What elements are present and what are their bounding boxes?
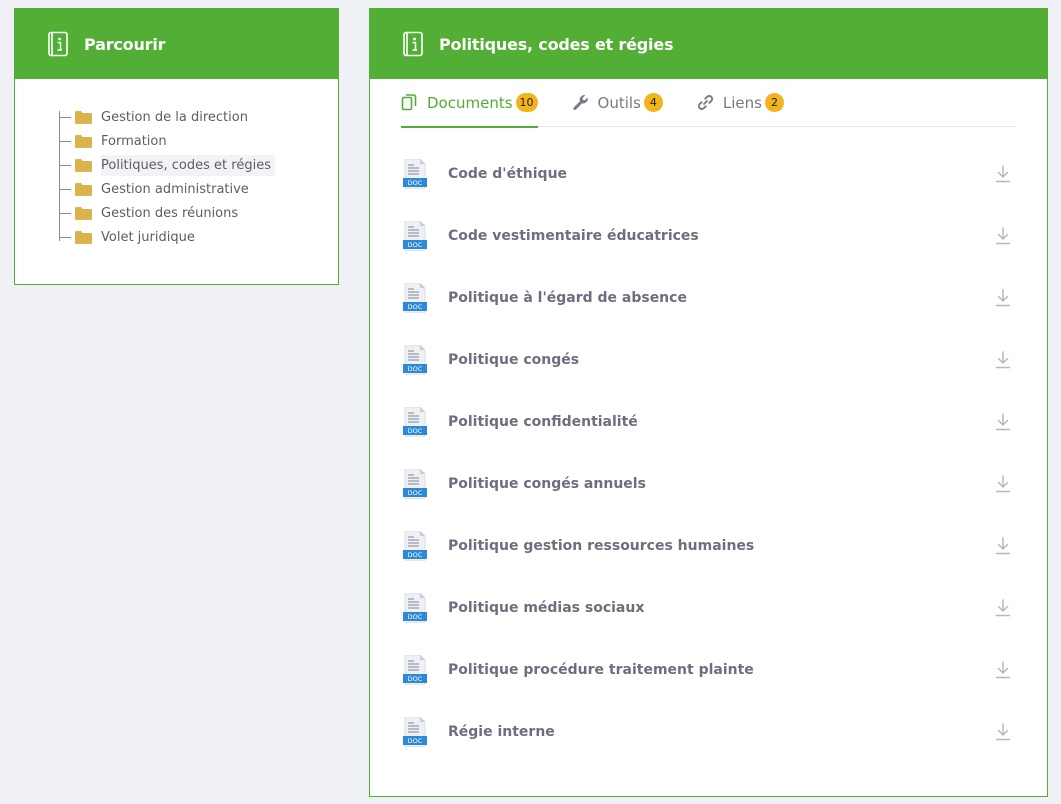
tree-item-label: Volet juridique: [101, 229, 195, 245]
tab-outils[interactable]: Outils 4: [572, 79, 663, 127]
document-name[interactable]: Politique congés annuels: [448, 476, 995, 492]
document-row[interactable]: DOC Politique congés: [401, 329, 1016, 391]
svg-text:DOC: DOC: [408, 613, 423, 621]
download-icon[interactable]: [995, 351, 1011, 369]
document-row[interactable]: DOC Régie interne: [401, 701, 1016, 763]
doc-file-icon: DOC: [403, 221, 427, 251]
section-panel-header: Politiques, codes et régies: [370, 9, 1047, 79]
document-name[interactable]: Politique procédure traitement plainte: [448, 662, 995, 678]
tab-liens[interactable]: Liens 2: [697, 79, 784, 127]
svg-text:DOC: DOC: [408, 427, 423, 435]
browse-title: Parcourir: [84, 34, 166, 54]
document-list: DOC Code d'éthique DOC Code vestimentaire é…: [401, 143, 1016, 763]
tab-label: Outils: [597, 93, 641, 112]
document-name[interactable]: Code vestimentaire éducatrices: [448, 228, 995, 244]
documents-icon: [401, 94, 417, 111]
document-row[interactable]: DOC Politique médias sociaux: [401, 577, 1016, 639]
tree-item[interactable]: Politiques, codes et régies: [59, 153, 338, 177]
document-name[interactable]: Politique gestion ressources humaines: [448, 538, 995, 554]
document-name[interactable]: Politique à l'égard de absence: [448, 290, 995, 306]
document-row[interactable]: DOC Politique à l'égard de absence: [401, 267, 1016, 329]
section-panel: Politiques, codes et régies Documents 10 O…: [369, 8, 1048, 797]
download-icon[interactable]: [995, 599, 1011, 617]
svg-text:DOC: DOC: [408, 365, 423, 373]
folder-icon: [75, 110, 92, 124]
doc-file-icon: DOC: [403, 345, 427, 375]
browse-panel: Parcourir Gestion de la direction Formati…: [14, 8, 339, 285]
tree-branch-line: [59, 165, 71, 166]
doc-file-icon: DOC: [403, 407, 427, 437]
svg-text:DOC: DOC: [408, 551, 423, 559]
doc-file-icon: DOC: [403, 469, 427, 499]
svg-text:DOC: DOC: [408, 489, 423, 497]
count-badge: 4: [643, 93, 663, 112]
tree-item-label: Gestion administrative: [101, 181, 249, 197]
browse-panel-header: Parcourir: [15, 9, 338, 79]
info-book-icon: [403, 31, 423, 57]
tab-label: Liens: [722, 93, 762, 112]
tree-item[interactable]: Gestion des réunions: [59, 201, 338, 225]
document-row[interactable]: DOC Code d'éthique: [401, 143, 1016, 205]
tree-branch-line: [59, 237, 71, 238]
section-title: Politiques, codes et régies: [439, 34, 674, 54]
download-icon[interactable]: [995, 661, 1011, 679]
download-icon[interactable]: [995, 537, 1011, 555]
tree-branch-line: [59, 117, 71, 118]
tree-item[interactable]: Gestion de la direction: [59, 105, 338, 129]
tree-item-label: Gestion de la direction: [101, 109, 248, 125]
doc-file-icon: DOC: [403, 283, 427, 313]
doc-file-icon: DOC: [403, 717, 427, 747]
info-book-icon: [48, 31, 68, 57]
doc-file-icon: DOC: [403, 655, 427, 685]
document-row[interactable]: DOC Politique gestion ressources humaines: [401, 515, 1016, 577]
tree-item[interactable]: Formation: [59, 129, 338, 153]
download-icon[interactable]: [995, 475, 1011, 493]
tree-item-label: Politiques, codes et régies: [101, 154, 275, 176]
count-badge: 10: [515, 93, 538, 112]
tree-branch-line: [59, 189, 71, 190]
tree-item[interactable]: Volet juridique: [59, 225, 338, 249]
folder-tree: Gestion de la direction Formation Politiqu…: [59, 105, 338, 249]
document-name[interactable]: Régie interne: [448, 724, 995, 740]
tree-item-label: Gestion des réunions: [101, 205, 239, 221]
svg-text:DOC: DOC: [408, 179, 423, 187]
tree-item-label: Formation: [101, 133, 167, 149]
svg-text:DOC: DOC: [408, 241, 423, 249]
download-icon[interactable]: [995, 227, 1011, 245]
doc-file-icon: DOC: [403, 531, 427, 561]
download-icon[interactable]: [995, 289, 1011, 307]
download-icon[interactable]: [995, 413, 1011, 431]
tab-bar: Documents 10 Outils 4 Liens 2: [401, 79, 1016, 128]
count-badge: 2: [764, 93, 784, 112]
document-name[interactable]: Politique confidentialité: [448, 414, 995, 430]
document-name[interactable]: Politique médias sociaux: [448, 600, 995, 616]
wrench-icon: [572, 95, 588, 110]
download-icon[interactable]: [995, 165, 1011, 183]
svg-text:DOC: DOC: [408, 737, 423, 745]
document-row[interactable]: DOC Politique procédure traitement plaint…: [401, 639, 1016, 701]
document-row[interactable]: DOC Code vestimentaire éducatrices: [401, 205, 1016, 267]
document-name[interactable]: Politique congés: [448, 352, 995, 368]
svg-text:DOC: DOC: [408, 675, 423, 683]
folder-icon: [75, 134, 92, 148]
document-row[interactable]: DOC Politique confidentialité: [401, 391, 1016, 453]
tab-documents[interactable]: Documents 10: [401, 79, 538, 128]
doc-file-icon: DOC: [403, 593, 427, 623]
download-icon[interactable]: [995, 723, 1011, 741]
doc-file-icon: DOC: [403, 159, 427, 189]
svg-text:DOC: DOC: [408, 303, 423, 311]
document-row[interactable]: DOC Politique congés annuels: [401, 453, 1016, 515]
tab-label: Documents: [427, 93, 513, 112]
document-name[interactable]: Code d'éthique: [448, 166, 995, 182]
link-icon: [697, 95, 713, 110]
folder-icon: [75, 230, 92, 244]
folder-icon: [75, 158, 92, 172]
tree-branch-line: [59, 141, 71, 142]
folder-icon: [75, 182, 92, 196]
folder-icon: [75, 206, 92, 220]
tree-branch-line: [59, 213, 71, 214]
tree-item[interactable]: Gestion administrative: [59, 177, 338, 201]
